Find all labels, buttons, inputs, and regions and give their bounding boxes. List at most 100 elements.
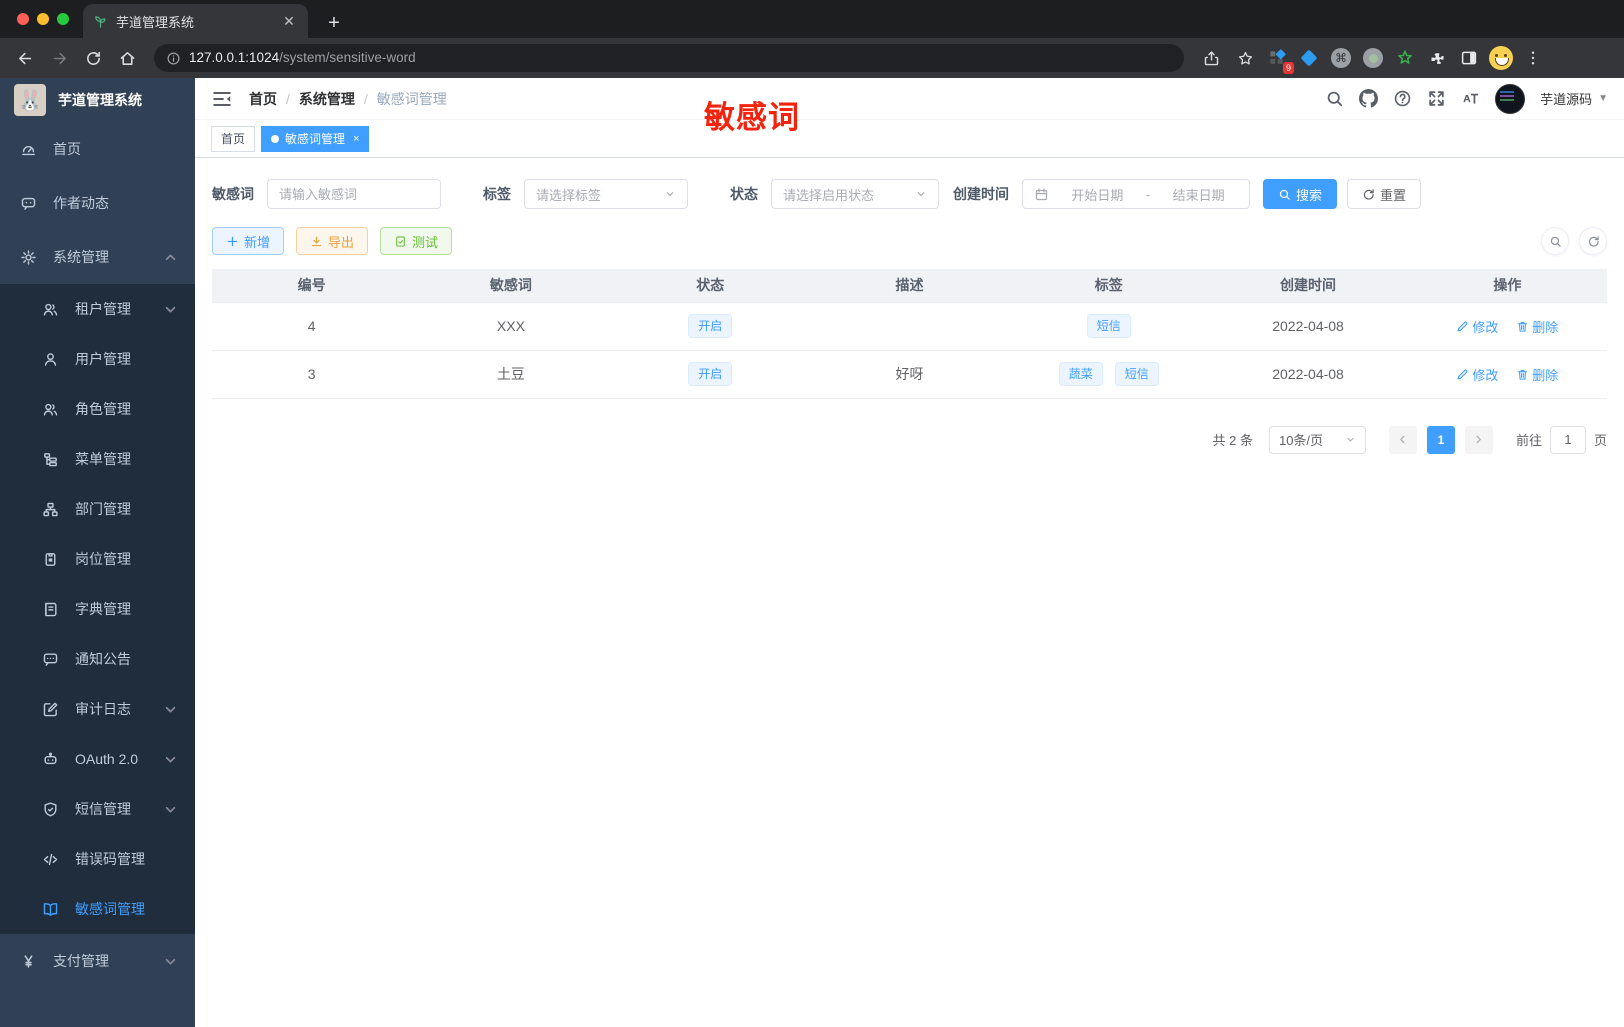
browser-tab[interactable]: 芋道管理系统 ✕ — [83, 4, 308, 38]
page-unit-label: 页 — [1593, 433, 1607, 448]
back-button[interactable] — [10, 43, 40, 73]
close-window-button[interactable] — [17, 13, 29, 25]
audit-edit-icon — [42, 701, 59, 718]
total-count: 共 2 条 — [1212, 433, 1253, 448]
tab-close-icon[interactable]: × — [353, 133, 359, 145]
reset-button[interactable]: 重置 — [1347, 179, 1422, 209]
col-tags: 标签 — [1009, 269, 1209, 302]
extension-gem-icon[interactable] — [1296, 45, 1322, 71]
extension-command-icon[interactable]: ⌘ — [1328, 45, 1354, 71]
address-bar[interactable]: 127.0.0.1:1024/system/sensitive-word — [154, 44, 1184, 72]
user-avatar[interactable] — [1495, 83, 1526, 114]
browser-menu-icon[interactable] — [1520, 45, 1546, 71]
sprout-leaf-icon — [93, 14, 108, 29]
col-actions: 操作 — [1407, 269, 1607, 302]
sidebar-item-dict[interactable]: 字典管理 — [0, 584, 195, 634]
sidebar-item-notice[interactable]: 通知公告 — [0, 634, 195, 684]
sidebar-item-oauth[interactable]: OAuth 2.0 — [0, 734, 195, 784]
sidebar-item-author[interactable]: 作者动态 — [0, 176, 195, 230]
sidebar-item-pay[interactable]: 支付管理 — [0, 934, 195, 988]
page-number-button[interactable]: 1 — [1426, 425, 1455, 454]
status-filter-select[interactable]: 请选择启用状态 — [771, 179, 939, 209]
sidebar-item-home[interactable]: 首页 — [0, 122, 195, 176]
download-icon — [310, 235, 323, 248]
chevron-right-icon — [1473, 434, 1484, 445]
sidebar-item-errorcode[interactable]: 错误码管理 — [0, 834, 195, 884]
goto-page-input[interactable] — [1549, 425, 1586, 454]
breadcrumb-system[interactable]: 系统管理 — [299, 89, 355, 109]
page-size-select[interactable]: 10条/页 — [1268, 425, 1366, 454]
sidebar-item-dept[interactable]: 部门管理 — [0, 484, 195, 534]
search-button[interactable]: 搜索 — [1263, 179, 1338, 209]
sidebar-item-label: 通知公告 — [75, 651, 131, 667]
refresh-table-button[interactable] — [1579, 227, 1607, 255]
next-page-button[interactable] — [1464, 425, 1493, 454]
edit-link[interactable]: 修改 — [1456, 317, 1498, 336]
date-range-picker[interactable]: 开始日期 - 结束日期 — [1022, 179, 1250, 209]
cell-desc — [809, 301, 1010, 351]
help-icon[interactable] — [1393, 89, 1412, 108]
word-filter-label: 敏感词 — [212, 186, 254, 202]
extension-record-icon[interactable] — [1360, 45, 1386, 71]
minimize-window-button[interactable] — [37, 13, 49, 25]
view-tab-sensitive-word[interactable]: 敏感词管理 × — [261, 125, 370, 152]
end-date-placeholder: 结束日期 — [1172, 187, 1225, 203]
user-menu[interactable]: 芋道源码 ▼ — [1540, 89, 1608, 108]
home-button[interactable] — [112, 43, 142, 73]
delete-link[interactable]: 删除 — [1516, 365, 1558, 384]
prev-page-button[interactable] — [1388, 425, 1417, 454]
sidebar-item-tenant[interactable]: 租户管理 — [0, 284, 195, 334]
sidebar-item-user[interactable]: 用户管理 — [0, 334, 195, 384]
test-button[interactable]: 测试 — [380, 227, 453, 255]
github-icon[interactable] — [1359, 89, 1378, 108]
sidebar-item-sms[interactable]: 短信管理 — [0, 784, 195, 834]
sidebar-item-sensitive-word[interactable]: 敏感词管理 — [0, 884, 195, 934]
extensions-puzzle-icon[interactable] — [1424, 45, 1450, 71]
sidebar-item-post[interactable]: 岗位管理 — [0, 534, 195, 584]
tab-close-icon[interactable]: ✕ — [280, 13, 298, 30]
new-tab-button[interactable]: + — [320, 10, 348, 38]
add-button[interactable]: 新增 — [212, 227, 285, 255]
gear-icon — [20, 249, 37, 266]
header-actions: 芋道源码 ▼ — [1325, 83, 1608, 114]
table-row: 3 土豆 开启 好呀 蔬菜 短信 2022-04-08 修改 删除 — [212, 350, 1607, 399]
sidebar-item-menu[interactable]: 菜单管理 — [0, 434, 195, 484]
sidebar-item-audit[interactable]: 审计日志 — [0, 684, 195, 734]
breadcrumb-home[interactable]: 首页 — [249, 89, 277, 109]
side-panel-icon[interactable] — [1456, 45, 1482, 71]
menu-tree-icon — [42, 451, 59, 468]
extension-grid-icon[interactable]: 9 — [1264, 45, 1294, 74]
cell-date: 2022-04-08 — [1208, 301, 1408, 351]
profile-avatar[interactable] — [1488, 45, 1514, 71]
sidebar-item-system[interactable]: 系统管理 — [0, 230, 195, 284]
sensitive-word-table: 编号 敏感词 状态 描述 标签 创建时间 操作 4 XXX 开启 短信 2022… — [212, 269, 1607, 399]
chevron-down-icon — [162, 301, 179, 318]
view-tab-home[interactable]: 首页 — [211, 125, 256, 152]
font-size-icon[interactable] — [1461, 89, 1480, 108]
sidebar-item-role[interactable]: 角色管理 — [0, 384, 195, 434]
site-info-icon[interactable] — [166, 51, 181, 66]
word-filter-input[interactable] — [279, 186, 429, 202]
dept-sitemap-icon — [42, 501, 59, 518]
sidebar-item-label: 部门管理 — [75, 501, 131, 517]
browser-tab-strip: 芋道管理系统 ✕ + — [0, 0, 1624, 38]
forward-button[interactable] — [44, 43, 74, 73]
author-chat-icon — [20, 195, 37, 212]
post-badge-icon — [42, 551, 59, 568]
window-controls — [0, 0, 83, 38]
extension-star-icon[interactable] — [1392, 45, 1418, 71]
tag-filter-select[interactable]: 请选择标签 — [524, 179, 688, 209]
edit-link[interactable]: 修改 — [1456, 365, 1498, 384]
fullscreen-icon[interactable] — [1427, 89, 1446, 108]
reload-button[interactable] — [78, 43, 108, 73]
export-button[interactable]: 导出 — [296, 227, 369, 255]
bookmark-star-button[interactable] — [1230, 43, 1260, 73]
delete-link[interactable]: 删除 — [1516, 317, 1558, 336]
header-search-icon[interactable] — [1325, 89, 1344, 108]
toggle-search-button[interactable] — [1541, 227, 1569, 255]
share-button[interactable] — [1196, 43, 1226, 73]
zoom-window-button[interactable] — [57, 13, 69, 25]
sidebar-fold-icon[interactable] — [211, 88, 233, 110]
sidebar-item-label: 敏感词管理 — [75, 901, 145, 917]
sidebar-logo[interactable]: 🐰 芋道管理系统 — [0, 78, 195, 122]
